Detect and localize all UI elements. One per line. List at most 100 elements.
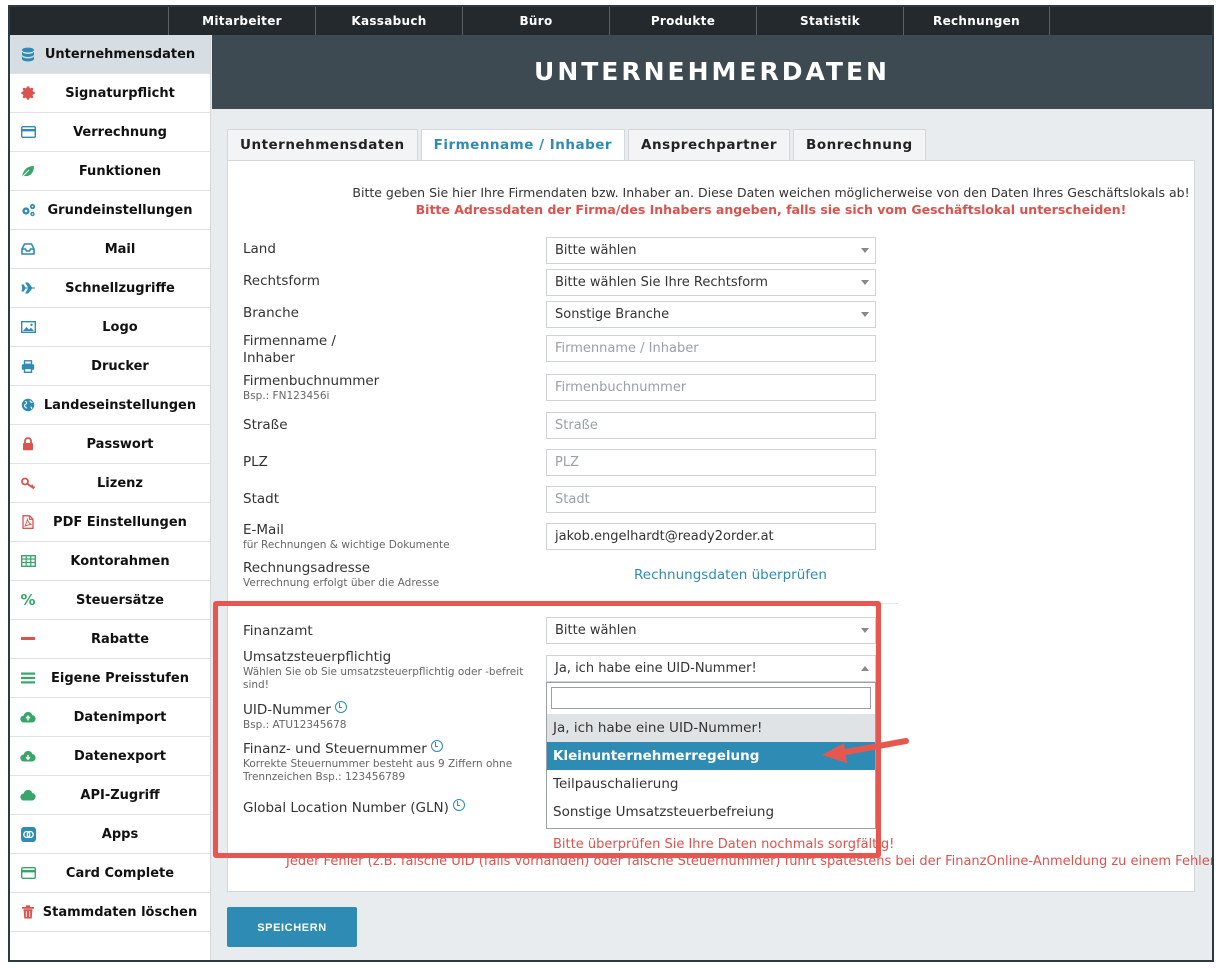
image-icon — [20, 319, 36, 335]
sidebar-item-lizenz[interactable]: Lizenz — [10, 464, 210, 503]
sidebar-item-unternehmensdaten[interactable]: Unternehmensdaten — [10, 35, 210, 74]
firmenbuch-label: Firmenbuchnummer Bsp.: FN123456i — [243, 373, 379, 403]
email-label: E-Mail für Rechnungen & wichtige Dokumen… — [243, 522, 450, 552]
sidebar-item-verrechnung[interactable]: Verrechnung — [10, 113, 210, 152]
sidebar-item-pdf-einstellungen[interactable]: PDF Einstellungen — [10, 503, 210, 542]
branche-select[interactable]: Sonstige Branche — [546, 301, 876, 328]
stadt-input[interactable]: Stadt — [546, 486, 876, 513]
sidebar-item-datenexport[interactable]: Datenexport — [10, 737, 210, 776]
sidebar-item-stammdaten-loeschen[interactable]: Stammdaten löschen — [10, 893, 210, 932]
plane-icon — [20, 280, 36, 296]
sidebar-item-funktionen[interactable]: Funktionen — [10, 152, 210, 191]
rechnungsadresse-label: Rechnungsadresse Verrechnung erfolgt übe… — [243, 560, 439, 590]
ust-value: Ja, ich habe eine UID-Nummer! — [555, 661, 757, 676]
sidebar-item-card-complete[interactable]: Card Complete — [10, 854, 210, 893]
nav-kassabuch[interactable]: Kassabuch — [315, 7, 462, 35]
globe-icon — [20, 397, 36, 413]
land-select[interactable]: Bitte wählen — [546, 237, 876, 264]
ust-select[interactable]: Ja, ich habe eine UID-Nummer! — [546, 655, 876, 682]
sidebar-item-eigene-preisstufen[interactable]: Eigene Preisstufen — [10, 659, 210, 698]
dropdown-option-sonstige[interactable]: Sonstige Umsatzsteuerbefreiung — [547, 798, 875, 826]
sidebar-item-label: Schnellzugriffe — [65, 280, 175, 296]
steuernummer-label: Finanz- und Steuernummer Korrekte Steuer… — [243, 740, 533, 784]
firmenname-label: Firmenname / Inhaber — [243, 333, 336, 367]
sidebar-item-label: Eigene Preisstufen — [51, 670, 189, 686]
dropdown-option-teilpauschalierung[interactable]: Teilpauschalierung — [547, 770, 875, 798]
firmenname-input[interactable]: Firmenname / Inhaber — [546, 335, 876, 362]
gln-label-text: Global Location Number (GLN) — [243, 800, 449, 816]
chevron-down-icon — [861, 280, 869, 285]
clock-icon[interactable] — [334, 701, 347, 713]
nav-buero[interactable]: Büro — [462, 7, 609, 35]
sidebar-item-label: Signaturpflicht — [65, 85, 175, 101]
sidebar-item-label: Logo — [102, 319, 138, 335]
sidebar-item-kontorahmen[interactable]: Kontorahmen — [10, 542, 210, 581]
error-warning: Jeder Fehler (z.B. falsche UID (falls vo… — [286, 854, 1214, 869]
key-icon — [20, 475, 36, 491]
tab-bonrechnung[interactable]: Bonrechnung — [793, 129, 926, 160]
sidebar-item-grundeinstellungen[interactable]: Grundeinstellungen — [10, 191, 210, 230]
sidebar-item-logo[interactable]: Logo — [10, 308, 210, 347]
sidebar-item-label: Unternehmensdaten — [44, 46, 196, 62]
nav-rechnungen[interactable]: Rechnungen — [903, 7, 1050, 35]
sidebar-item-label: Lizenz — [97, 475, 143, 491]
finanzamt-select[interactable]: Bitte wählen — [546, 617, 876, 644]
sidebar-item-landeseinstellungen[interactable]: Landeseinstellungen — [10, 386, 210, 425]
finanzamt-value: Bitte wählen — [555, 623, 637, 638]
uid-label: UID-Nummer Bsp.: ATU12345678 — [243, 701, 347, 732]
minus-icon — [20, 631, 36, 647]
leaf-icon — [20, 163, 36, 179]
firmenbuch-input[interactable]: Firmenbuchnummer — [546, 374, 876, 401]
save-button[interactable]: SPEICHERN — [227, 907, 357, 947]
rechtsform-select[interactable]: Bitte wählen Sie Ihre Rechtsform — [546, 269, 876, 296]
firmenbuch-hint: Bsp.: FN123456i — [243, 390, 330, 402]
sidebar-item-mail[interactable]: Mail — [10, 230, 210, 269]
sidebar-item-label: Funktionen — [78, 163, 162, 179]
strasse-input[interactable]: Straße — [546, 412, 876, 439]
tab-ansprechpartner[interactable]: Ansprechpartner — [628, 129, 791, 160]
form-panel: Bitte geben Sie hier Ihre Firmendaten bz… — [227, 160, 1212, 892]
sidebar-item-passwort[interactable]: Passwort — [10, 425, 210, 464]
sidebar-item-label: Rabatte — [90, 631, 150, 647]
steuernummer-label-text: Finanz- und Steuernummer — [243, 741, 427, 757]
sidebar-item-steuersaetze[interactable]: % Steuersätze — [10, 581, 210, 620]
tab-unternehmensdaten[interactable]: Unternehmensdaten — [227, 129, 418, 160]
email-field[interactable]: jakob.engelhardt@ready2order.at — [546, 523, 876, 550]
app-window: Mitarbeiter Kassabuch Büro Produkte Stat… — [8, 5, 1214, 962]
uid-hint: Bsp.: ATU12345678 — [243, 719, 347, 731]
database-icon — [20, 46, 36, 62]
firmenbuch-label-text: Firmenbuchnummer — [243, 373, 380, 389]
printer-icon — [20, 358, 36, 374]
tab-firmenname-inhaber[interactable]: Firmenname / Inhaber — [420, 129, 626, 161]
pdf-icon — [20, 514, 36, 530]
sidebar-item-schnellzugriffe[interactable]: Schnellzugriffe — [10, 269, 210, 308]
sidebar-item-datenimport[interactable]: Datenimport — [10, 698, 210, 737]
sidebar-item-label: Passwort — [86, 436, 154, 452]
gears-icon — [20, 202, 36, 218]
rechtsform-value: Bitte wählen Sie Ihre Rechtsform — [555, 275, 768, 290]
card-icon — [20, 124, 36, 140]
rechnungsdaten-link[interactable]: Rechnungsdaten überprüfen — [634, 567, 827, 583]
nav-produkte[interactable]: Produkte — [609, 7, 756, 35]
sidebar-item-label: Kontorahmen — [70, 553, 170, 569]
nav-mitarbeiter[interactable]: Mitarbeiter — [168, 7, 315, 35]
top-navigation: Mitarbeiter Kassabuch Büro Produkte Stat… — [10, 7, 1212, 35]
sidebar-item-label: Datenimport — [73, 709, 167, 725]
branche-label: Branche — [243, 305, 299, 321]
chevron-up-icon — [861, 666, 869, 671]
tab-bar: Unternehmensdaten Firmenname / Inhaber A… — [227, 129, 929, 161]
plz-input[interactable]: PLZ — [546, 449, 876, 476]
sidebar-item-api-zugriff[interactable]: API-Zugriff — [10, 776, 210, 815]
clock-icon[interactable] — [430, 740, 443, 752]
sidebar-item-rabatte[interactable]: Rabatte — [10, 620, 210, 659]
clock-icon[interactable] — [452, 799, 465, 811]
page-title: UNTERNEHMERDATEN — [212, 35, 1212, 109]
rechnungsadresse-hint: Verrechnung erfolgt über die Adresse — [243, 577, 440, 589]
sidebar-item-signaturpflicht[interactable]: Signaturpflicht — [10, 74, 210, 113]
dropdown-search-input[interactable] — [551, 687, 871, 709]
sidebar-item-apps[interactable]: Apps — [10, 815, 210, 854]
nav-statistik[interactable]: Statistik — [756, 7, 903, 35]
sidebar-item-drucker[interactable]: Drucker — [10, 347, 210, 386]
firmenname-label-line1: Firmenname / — [243, 333, 336, 349]
firmenname-label-line2: Inhaber — [243, 350, 295, 366]
